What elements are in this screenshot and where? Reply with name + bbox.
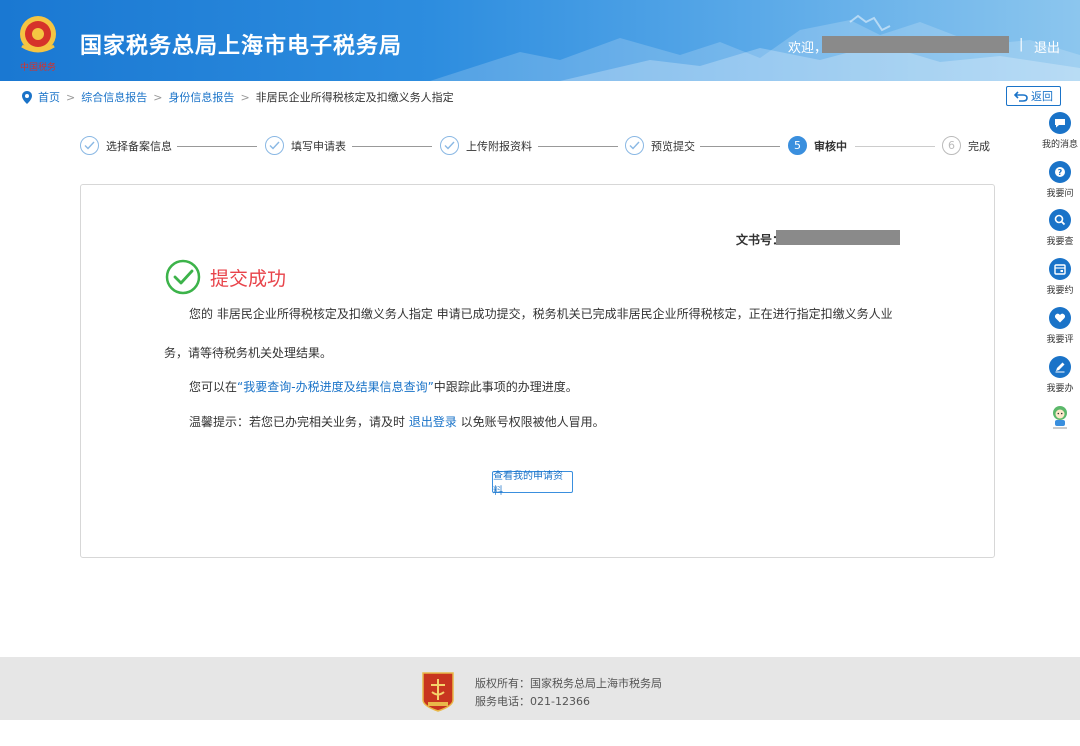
location-pin-icon bbox=[22, 90, 32, 104]
breadcrumb-level2[interactable]: 身份信息报告 bbox=[168, 89, 234, 105]
sidebar-item-search[interactable]: 我要查 bbox=[1040, 209, 1080, 247]
step-connector bbox=[855, 146, 935, 147]
breadcrumb-sep: > bbox=[66, 90, 76, 104]
step-3: 上传附报资料 bbox=[440, 136, 532, 155]
breadcrumb-sep: > bbox=[240, 90, 250, 104]
svg-text:中国税务: 中国税务 bbox=[20, 61, 56, 73]
svg-text:?: ? bbox=[1058, 168, 1063, 177]
step-connector bbox=[700, 146, 780, 147]
header-separator: | bbox=[1019, 37, 1024, 52]
result-message-line1: 您的 非居民企业所得税核定及扣缴义务人指定 申请已成功提交，税务机关已完成非居民… bbox=[189, 307, 893, 321]
footer-copyright: 版权所有：国家税务总局上海市税务局 bbox=[475, 677, 662, 690]
calendar-icon bbox=[1049, 258, 1071, 280]
step-label: 审核中 bbox=[814, 139, 847, 153]
username-redacted bbox=[822, 36, 1009, 53]
back-button-label: 返回 bbox=[1031, 90, 1053, 103]
logout-link[interactable]: 退出 bbox=[1034, 37, 1060, 56]
progress-steps: 选择备案信息 填写申请表 上传附报资料 预览提交 5 审核中 6 完成 bbox=[80, 136, 992, 156]
breadcrumb-sep: > bbox=[153, 90, 163, 104]
breadcrumb: 首页 > 综合信息报告 > 身份信息报告 > 非居民企业所得税核定及扣缴义务人指… bbox=[22, 88, 454, 106]
step-2: 填写申请表 bbox=[265, 136, 346, 155]
step-6: 6 完成 bbox=[942, 136, 990, 155]
step-5: 5 审核中 bbox=[788, 136, 847, 155]
app-root: 中国税务 国家税务总局上海市电子税务局 欢迎， | 退出 首页 > 综合信息报告… bbox=[0, 0, 1080, 746]
sidebar-item-messages[interactable]: 我的消息 bbox=[1040, 112, 1080, 150]
sidebar-label: 我的消息 bbox=[1041, 140, 1078, 150]
return-arrow-icon bbox=[1014, 90, 1028, 102]
site-title: 国家税务总局上海市电子税务局 bbox=[80, 34, 403, 59]
sidebar-item-ask[interactable]: ? 我要问 bbox=[1040, 161, 1080, 199]
success-check-icon bbox=[165, 259, 201, 295]
step-label: 上传附报资料 bbox=[466, 139, 532, 153]
footer-phone: 服务电话：021-12366 bbox=[475, 695, 590, 708]
step-4: 预览提交 bbox=[625, 136, 695, 155]
logout-tip: 温馨提示：若您已办完相关业务，请及时 退出登录 以免账号权限被他人冒用。 bbox=[189, 413, 605, 430]
query-hint-prefix: 您可以在 bbox=[189, 380, 238, 394]
view-application-button[interactable]: 查看我的申请资料 bbox=[492, 471, 573, 497]
step-number-badge: 6 bbox=[942, 136, 961, 155]
sidebar-item-handle[interactable]: 我要办 bbox=[1040, 356, 1080, 394]
logout-tip-suffix: 以免账号权限被他人冒用。 bbox=[456, 415, 605, 429]
query-hint-suffix: 中跟踪此事项的办理进度。 bbox=[433, 380, 578, 394]
sidebar-label: 我要问 bbox=[1046, 189, 1074, 199]
step-label: 填写申请表 bbox=[291, 139, 346, 153]
back-button[interactable]: 返回 bbox=[1006, 86, 1061, 106]
query-hint: 您可以在“我要查询-办税进度及结果信息查询”中跟踪此事项的办理进度。 bbox=[189, 378, 578, 395]
check-circle-icon bbox=[440, 136, 459, 155]
header-banner: 中国税务 国家税务总局上海市电子税务局 欢迎， | 退出 bbox=[0, 0, 1080, 81]
sidebar-item-appointment[interactable]: 我要约 bbox=[1040, 258, 1080, 296]
question-icon: ? bbox=[1049, 161, 1071, 183]
step-label: 完成 bbox=[968, 139, 990, 153]
check-circle-icon bbox=[80, 136, 99, 155]
result-card: 文书号： 提交成功 您的 非居民企业所得税核定及扣缴义务人指定 申请已成功提交，… bbox=[80, 184, 995, 558]
success-title: 提交成功 bbox=[210, 268, 287, 290]
check-circle-icon bbox=[625, 136, 644, 155]
logout-login-link[interactable]: 退出登录 bbox=[409, 415, 457, 429]
check-circle-icon bbox=[265, 136, 284, 155]
logout-tip-prefix: 温馨提示：若您已办完相关业务，请及时 bbox=[189, 415, 409, 429]
robot-assistant-icon bbox=[1053, 406, 1067, 429]
sidebar-label: 我要办 bbox=[1046, 384, 1074, 394]
step-label: 预览提交 bbox=[651, 139, 695, 153]
step-label: 选择备案信息 bbox=[106, 139, 172, 153]
breadcrumb-current: 非居民企业所得税核定及扣缴义务人指定 bbox=[255, 91, 454, 104]
sidebar-label: 我要查 bbox=[1046, 237, 1074, 247]
result-message-line2: 务，请等待税务机关处理结果。 bbox=[164, 346, 333, 360]
search-icon bbox=[1049, 209, 1071, 231]
sidebar-item-robot-assistant[interactable] bbox=[1040, 404, 1080, 430]
heart-icon bbox=[1049, 307, 1071, 329]
doc-number-redacted bbox=[776, 230, 900, 245]
sidebar-item-evaluate[interactable]: 我要评 bbox=[1040, 307, 1080, 345]
message-icon bbox=[1049, 112, 1071, 134]
pen-icon bbox=[1049, 356, 1071, 378]
tax-emblem-logo: 中国税务 bbox=[20, 16, 56, 73]
step-connector bbox=[177, 146, 257, 147]
progress-query-link[interactable]: “我要查询-办税进度及结果信息查询” bbox=[237, 380, 434, 394]
breadcrumb-home[interactable]: 首页 bbox=[38, 89, 60, 105]
sidebar-label: 我要评 bbox=[1046, 335, 1074, 345]
step-1: 选择备案信息 bbox=[80, 136, 172, 155]
breadcrumb-level1[interactable]: 综合信息报告 bbox=[81, 89, 147, 105]
step-connector bbox=[538, 146, 618, 147]
step-number-badge: 5 bbox=[788, 136, 807, 155]
tax-badge-logo bbox=[422, 672, 454, 712]
step-connector bbox=[352, 146, 432, 147]
sidebar-label: 我要约 bbox=[1046, 286, 1074, 296]
